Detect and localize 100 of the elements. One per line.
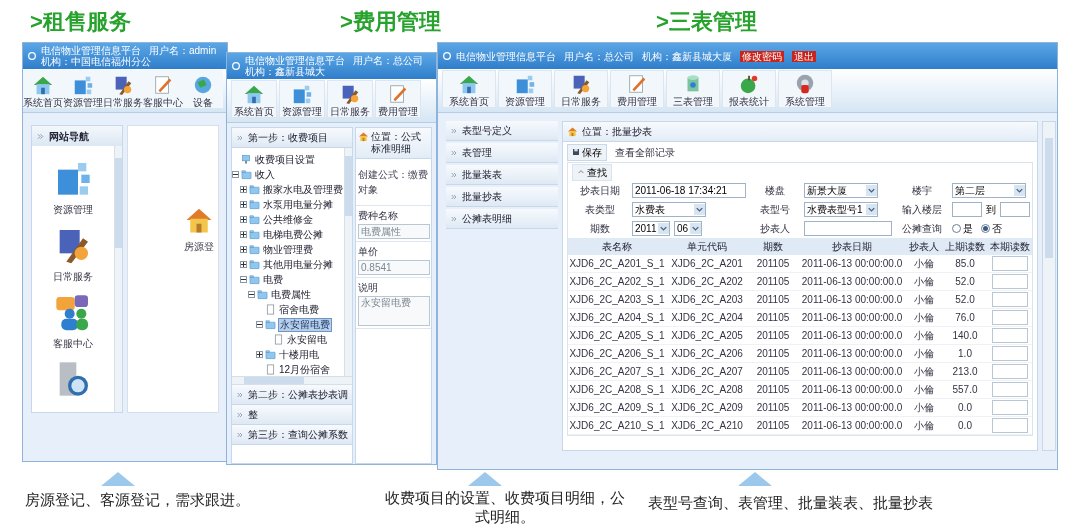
nav-item[interactable]: 资源管理 (53, 158, 93, 217)
field-label: 楼盘 (764, 184, 786, 198)
header-link[interactable]: 退出 (792, 50, 816, 62)
table-cell-text: XJD6_2C_A209 (670, 401, 744, 415)
table-cell-text: 小倫 (913, 383, 935, 397)
step-header[interactable]: 第一步：收费项目 (232, 128, 352, 148)
caption: 表型号查询、表管理、批量装表、批量抄表 (648, 493, 933, 513)
tree-item[interactable]: 收费项目设置 (254, 153, 316, 166)
save-button[interactable]: 保存 (567, 143, 607, 161)
table-cell-text: 0.0 (957, 419, 973, 433)
toolbar-button[interactable]: 系统首页 (442, 70, 496, 108)
input-field[interactable]: 0.8541 (358, 260, 430, 275)
table-cell-text: XJD6_2C_A206_S_1 (568, 347, 666, 361)
nav-item[interactable]: 日常服务 (53, 225, 93, 284)
field-label: 费种名称 (358, 209, 398, 223)
step-header[interactable]: 表管理 (446, 143, 558, 163)
dropdown[interactable]: 06 (674, 221, 702, 236)
section-heading: >费用管理 (340, 8, 441, 34)
field-label: 楼宇 (911, 184, 933, 198)
table-cell-text: XJD6_2C_A201_S_1 (568, 257, 666, 271)
table-cell-text: 52.0 (954, 275, 976, 289)
table-cell-text: 201105 (755, 347, 791, 361)
input-field[interactable]: 2011-06-18 17:34:21 (632, 183, 746, 198)
org-label: 机构：鑫新县城大 (245, 66, 325, 77)
tree-item[interactable]: 水泵用电量分摊 (262, 198, 334, 211)
toolbar-button[interactable]: 系统首页 (231, 80, 277, 118)
section-heading: >三表管理 (656, 8, 757, 34)
step-header[interactable]: 第二步：公摊表抄表调 (232, 385, 352, 405)
table-cell-text: 201105 (755, 365, 791, 379)
tree-item[interactable]: 收入 (254, 168, 276, 181)
tree-item[interactable]: 12月份宿舍 (278, 363, 332, 376)
table-cell-text: 140.0 (951, 329, 979, 343)
tree-item[interactable]: 其他用电量分摊 (262, 258, 334, 271)
table-cell-text: 小倫 (913, 275, 935, 289)
table-cell-text: XJD6_2C_A210 (670, 419, 744, 433)
table-cell-text: XJD6_2C_A207_S_1 (568, 365, 666, 379)
table-cell-text: XJD6_2C_A202 (670, 275, 744, 289)
table-cell-text: 2011-06-13 00:00:00.0 (800, 293, 904, 307)
step-header[interactable]: 表型号定义 (446, 121, 558, 141)
step-header[interactable]: 批量装表 (446, 165, 558, 185)
column-header: 单元代码 (686, 240, 728, 254)
tree-item[interactable]: 搬家水电及管理费 (262, 183, 344, 196)
toolbar-button[interactable]: 报表统计 (722, 70, 776, 108)
toolbar-button[interactable]: 资源管理 (498, 70, 552, 108)
dropdown[interactable]: 2011 (632, 221, 670, 236)
step-header[interactable]: 公摊表明细 (446, 209, 558, 229)
toolbar-button[interactable]: 费用管理 (375, 80, 421, 118)
step-header[interactable]: 整 (232, 405, 352, 425)
dropdown[interactable]: 第二层 (952, 183, 1026, 198)
toolbar-button[interactable]: 日常服务 (554, 70, 608, 108)
toolbar-button[interactable]: 客服中心 (143, 70, 183, 108)
dropdown[interactable]: 新景大厦 (804, 183, 878, 198)
tree-item[interactable]: 宿舍电费 (278, 303, 320, 316)
toolbar-button[interactable]: 费用管理 (610, 70, 664, 108)
tree-item[interactable]: 电费 (262, 273, 284, 286)
table-cell-text: XJD6_2C_A206 (670, 347, 744, 361)
org-label: 机构：鑫新县城大厦 (642, 50, 732, 62)
radio-option[interactable]: 是 (952, 221, 973, 236)
field-label: 公摊查询 (901, 222, 943, 236)
input-field[interactable]: 电费属性 (358, 224, 430, 239)
table-cell-text: XJD6_2C_A201 (670, 257, 744, 271)
search-tab[interactable]: 查找 (572, 163, 612, 181)
table-cell-text: 201105 (755, 257, 791, 271)
toolbar-button[interactable]: 三表管理 (666, 70, 720, 108)
section-heading: >租售服务 (30, 8, 131, 34)
column-header: 抄表人 (908, 240, 940, 254)
step-header[interactable]: 第三步：查询公摊系数 (232, 425, 352, 445)
tree-item[interactable]: 永安留电费 (278, 317, 332, 332)
nav-item[interactable]: 客服中心 (53, 292, 93, 351)
tree-item[interactable]: 永安留电 (286, 333, 328, 346)
toolbar-button[interactable]: 资源管理 (279, 80, 325, 118)
org-label: 机构：中国电信福州分公 (41, 56, 151, 67)
tree-item[interactable]: 公共维修金 (262, 213, 314, 226)
dropdown[interactable]: 水费表型号1 (804, 202, 878, 217)
toolbar-button[interactable]: 设备 (183, 70, 223, 108)
table-cell-text: 76.0 (954, 311, 976, 325)
toolbar-button[interactable]: 系统管理 (778, 70, 832, 108)
tree-item[interactable]: 电梯电费公摊 (262, 228, 324, 241)
tree-item[interactable]: 电费属性 (270, 288, 312, 301)
toolbar-button[interactable]: 日常服务 (327, 80, 373, 118)
header-link[interactable]: 修改密码 (740, 50, 784, 62)
tree-item[interactable]: 十楼用电 (278, 348, 320, 361)
toolbar-button[interactable]: 日常服务 (103, 70, 143, 108)
table-cell-text: XJD6_2C_A204_S_1 (568, 311, 666, 325)
formula-label: 创建公式：缴费对象 (357, 168, 429, 197)
toolbar-button[interactable]: 系统首页 (23, 70, 63, 108)
dropdown[interactable]: 水费表 (632, 202, 706, 217)
table-cell-text: 小倫 (913, 401, 935, 415)
view-all-link[interactable]: 查看全部记录 (615, 144, 675, 160)
column-header: 表名称 (601, 240, 633, 254)
toolbar-button[interactable]: 资源管理 (63, 70, 103, 108)
table-cell-text: XJD6_2C_A205 (670, 329, 744, 343)
text-area[interactable]: 永安留电费 (358, 296, 430, 326)
table-cell-text: 201105 (755, 311, 791, 325)
step-header[interactable]: 批量抄表 (446, 187, 558, 207)
radio-option[interactable]: 否 (981, 221, 1002, 236)
table-cell-text: 85.0 (954, 257, 976, 271)
app-title: 电信物业管理信息平台 (245, 55, 345, 66)
tree-item[interactable]: 物业管理费 (262, 243, 314, 256)
table-cell-text: XJD6_2C_A202_S_1 (568, 275, 666, 289)
